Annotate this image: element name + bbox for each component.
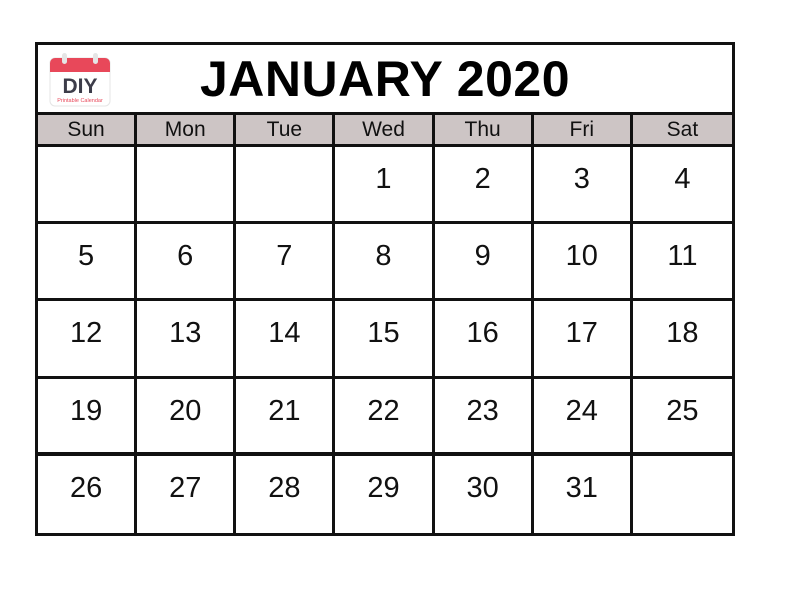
day-cell-4[interactable]: 4 xyxy=(632,147,732,225)
day-cell-31[interactable]: 31 xyxy=(534,455,633,533)
day-cell-26[interactable]: 26 xyxy=(38,455,138,533)
day-cell-19[interactable]: 19 xyxy=(38,378,138,456)
day-cell-7[interactable]: 7 xyxy=(236,224,336,302)
day-cell-3[interactable]: 3 xyxy=(533,147,633,225)
day-cell-20[interactable]: 20 xyxy=(137,378,237,456)
empty-day-cell[interactable] xyxy=(633,456,732,533)
weekday-fri: Fri xyxy=(533,115,633,144)
day-cell-5[interactable]: 5 xyxy=(38,224,138,302)
day-cell-21[interactable]: 21 xyxy=(236,378,336,456)
day-cell-17[interactable]: 17 xyxy=(533,301,633,379)
day-cell-29[interactable]: 29 xyxy=(335,455,435,533)
day-cell-18[interactable]: 18 xyxy=(632,301,732,379)
calendar: DIY Printable Calendar JANUARY 2020 Sun M… xyxy=(35,42,735,536)
weekday-tue: Tue xyxy=(236,115,336,144)
day-cell-9[interactable]: 9 xyxy=(434,224,534,302)
day-cell-15[interactable]: 15 xyxy=(335,301,435,379)
day-cell-23[interactable]: 23 xyxy=(434,378,534,456)
day-cell-13[interactable]: 13 xyxy=(137,301,237,379)
empty-day-cell[interactable] xyxy=(137,147,237,225)
weekday-wed: Wed xyxy=(335,115,435,144)
day-cell-2[interactable]: 2 xyxy=(434,147,534,225)
day-cell-12[interactable]: 12 xyxy=(38,301,138,379)
day-cell-27[interactable]: 27 xyxy=(137,455,237,533)
day-cell-28[interactable]: 28 xyxy=(236,455,336,533)
empty-day-cell[interactable] xyxy=(236,147,336,225)
weekday-sat: Sat xyxy=(632,115,732,144)
day-cell-14[interactable]: 14 xyxy=(236,301,336,379)
day-cell-6[interactable]: 6 xyxy=(137,224,237,302)
weekday-thu: Thu xyxy=(434,115,534,144)
title-bar: DIY Printable Calendar JANUARY 2020 xyxy=(38,45,732,115)
day-cell-22[interactable]: 22 xyxy=(335,378,435,456)
day-cell-1[interactable]: 1 xyxy=(335,147,435,225)
day-cell-10[interactable]: 10 xyxy=(533,224,633,302)
month-title: JANUARY 2020 xyxy=(199,51,571,107)
day-cell-25[interactable]: 25 xyxy=(632,379,732,456)
weekday-mon: Mon xyxy=(137,115,237,144)
empty-day-cell[interactable] xyxy=(38,147,138,225)
day-cell-24[interactable]: 24 xyxy=(533,378,633,456)
date-grid: 1 2 3 4 5 6 7 8 9 10 11 12 13 14 15 16 17 18 19 20 21 22 23 24 2… xyxy=(38,147,732,533)
day-cell-30[interactable]: 30 xyxy=(435,455,534,533)
weekday-header-row: Sun Mon Tue Wed Thu Fri Sat xyxy=(38,115,732,147)
day-cell-16[interactable]: 16 xyxy=(434,301,534,379)
day-cell-8[interactable]: 8 xyxy=(335,224,435,302)
weekday-sun: Sun xyxy=(38,115,138,144)
day-cell-11[interactable]: 11 xyxy=(632,224,732,302)
